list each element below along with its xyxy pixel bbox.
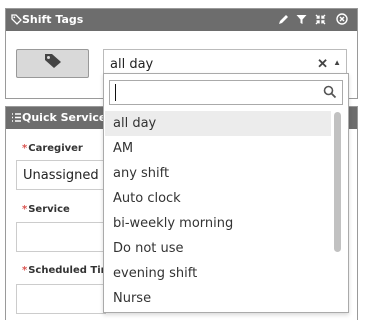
service-label: *Service — [22, 204, 70, 215]
service-field[interactable] — [16, 222, 106, 252]
required-mark: * — [22, 204, 28, 215]
scrollbar-thumb[interactable] — [334, 112, 341, 252]
caregiver-label: *Caregiver — [22, 143, 83, 154]
shift-tags-header: Shift Tags — [6, 9, 357, 31]
dropdown-options: all day AM any shift Auto clock bi-weekl… — [105, 111, 331, 311]
caret-up-icon[interactable]: ▲ — [333, 58, 341, 67]
dropdown-option[interactable]: Do not use — [105, 236, 331, 261]
dropdown-option[interactable]: bi-weekly morning — [105, 211, 331, 236]
tag-button[interactable] — [16, 49, 89, 78]
dropdown-scrollbar[interactable] — [333, 112, 342, 312]
dropdown-option[interactable]: Auto clock — [105, 186, 331, 211]
dropdown-option[interactable]: all day — [105, 111, 331, 136]
scheduled-time-label: *Scheduled Tim — [22, 265, 112, 276]
dropdown-option[interactable]: evening shift — [105, 261, 331, 286]
tag-icon — [44, 53, 62, 74]
dropdown-search-box — [109, 80, 343, 105]
dropdown-option[interactable]: Nurse — [105, 286, 331, 311]
filter-icon[interactable] — [294, 12, 308, 26]
dropdown-option[interactable]: AM — [105, 136, 331, 161]
dropdown-search-input[interactable] — [115, 84, 315, 101]
close-circle-icon[interactable] — [335, 12, 349, 26]
shift-tag-selected-value: all day — [110, 57, 154, 72]
tag-dropdown: all day AM any shift Auto clock bi-weekl… — [103, 73, 349, 313]
clear-icon[interactable]: ✕ — [317, 56, 328, 72]
quick-services-title: Quick Services — [22, 111, 113, 124]
required-mark: * — [22, 143, 28, 154]
compress-icon[interactable] — [313, 12, 327, 26]
tag-icon — [9, 12, 23, 26]
caregiver-value: Unassigned — [23, 168, 99, 183]
required-mark: * — [22, 265, 28, 276]
search-icon — [323, 85, 337, 99]
scheduled-time-field[interactable] — [16, 284, 106, 314]
caregiver-field[interactable]: Unassigned — [16, 160, 106, 190]
dropdown-option[interactable]: any shift — [105, 161, 331, 186]
pencil-icon[interactable] — [276, 12, 290, 26]
list-icon — [9, 110, 23, 124]
shift-tags-title: Shift Tags — [22, 13, 84, 26]
